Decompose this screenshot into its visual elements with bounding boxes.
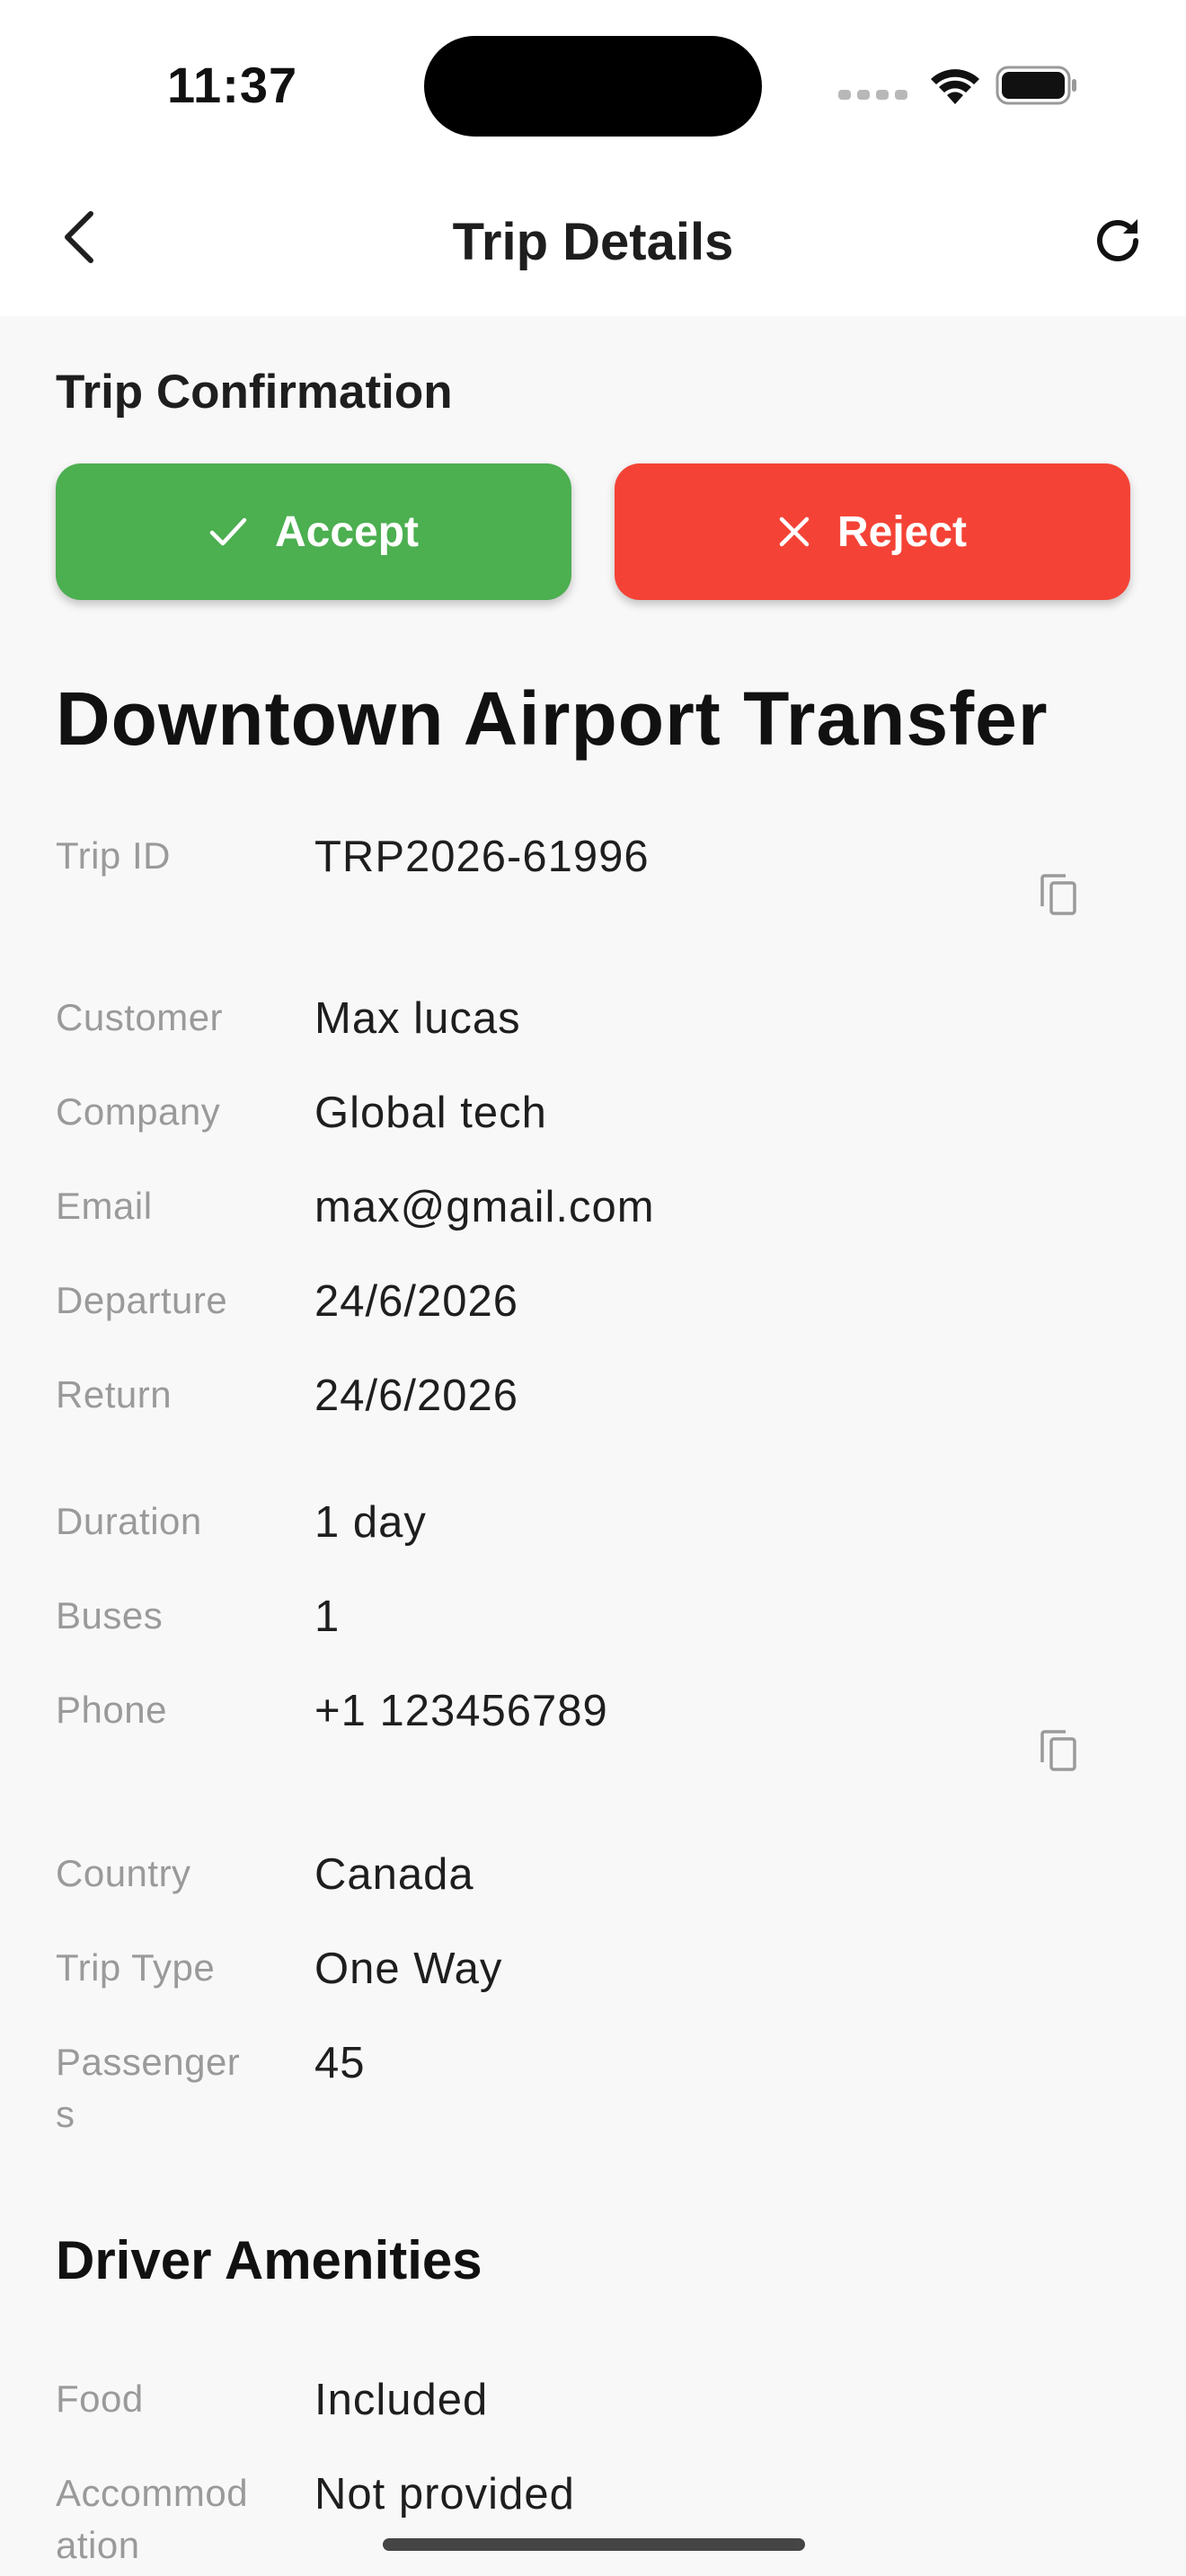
accept-button[interactable]: Accept <box>56 463 571 600</box>
wifi-icon <box>931 69 979 104</box>
detail-value: 1 <box>314 1592 341 1641</box>
detail-label: Phone <box>56 1689 167 1731</box>
detail-label: Company <box>56 1090 221 1133</box>
detail-value: Global tech <box>314 1089 547 1137</box>
refresh-button[interactable] <box>1085 207 1150 271</box>
accept-button-label: Accept <box>274 507 420 556</box>
dynamic-island <box>424 36 762 137</box>
detail-label: Duration <box>56 1500 202 1542</box>
detail-value: TRP2026-61996 <box>314 833 650 881</box>
status-icons <box>838 65 1078 106</box>
detail-value: Max lucas <box>314 994 521 1043</box>
detail-value: Not provided <box>314 2470 575 2519</box>
copy-icon <box>1040 1730 1076 1771</box>
detail-value: 24/6/2026 <box>314 1277 518 1326</box>
copy-phone-button[interactable] <box>1033 1725 1084 1776</box>
navigation-bar: Trip Details <box>0 187 1186 298</box>
detail-label: Customer <box>56 996 224 1038</box>
driver-amenities-heading: Driver Amenities <box>56 2230 482 2290</box>
detail-label: Accommod ation <box>56 2472 249 2566</box>
detail-value: 24/6/2026 <box>314 1372 518 1420</box>
detail-label: Country <box>56 1852 191 1894</box>
trip-details-screen: 11:37 Trip Details Trip Confirmation Acc… <box>0 0 1186 2576</box>
reject-button[interactable]: Reject <box>615 463 1130 600</box>
top-area: 11:37 Trip Details <box>0 0 1186 316</box>
detail-label: Food <box>56 2378 144 2420</box>
status-time: 11:37 <box>167 57 298 113</box>
battery-icon <box>996 66 1076 105</box>
trip-title: Downtown Airport Transfer <box>56 676 1049 761</box>
detail-value: max@gmail.com <box>314 1183 655 1231</box>
detail-label: Trip ID <box>56 834 171 877</box>
detail-label: Buses <box>56 1594 164 1636</box>
refresh-icon <box>1097 219 1138 261</box>
detail-value: One Way <box>314 1945 503 1993</box>
check-icon <box>209 517 247 546</box>
copy-icon <box>1040 874 1076 915</box>
home-indicator <box>383 2538 805 2551</box>
detail-label: Return <box>56 1373 173 1416</box>
detail-value: Included <box>314 2376 489 2424</box>
detail-value: +1 123456789 <box>314 1687 608 1735</box>
detail-label: Departure <box>56 1279 228 1321</box>
trip-confirmation-label: Trip Confirmation <box>56 366 453 419</box>
close-icon <box>779 516 810 547</box>
detail-value: 45 <box>314 2039 366 2087</box>
detail-value: 1 day <box>314 1498 427 1547</box>
copy-trip-id-button[interactable] <box>1033 869 1084 920</box>
detail-label: Passenger s <box>56 2041 241 2135</box>
detail-value: Canada <box>314 1850 474 1899</box>
page-title: Trip Details <box>452 213 734 271</box>
detail-label: Email <box>56 1185 153 1227</box>
reject-button-label: Reject <box>836 507 968 556</box>
cellular-signal-icon <box>838 89 907 100</box>
detail-label: Trip Type <box>56 1946 216 1989</box>
